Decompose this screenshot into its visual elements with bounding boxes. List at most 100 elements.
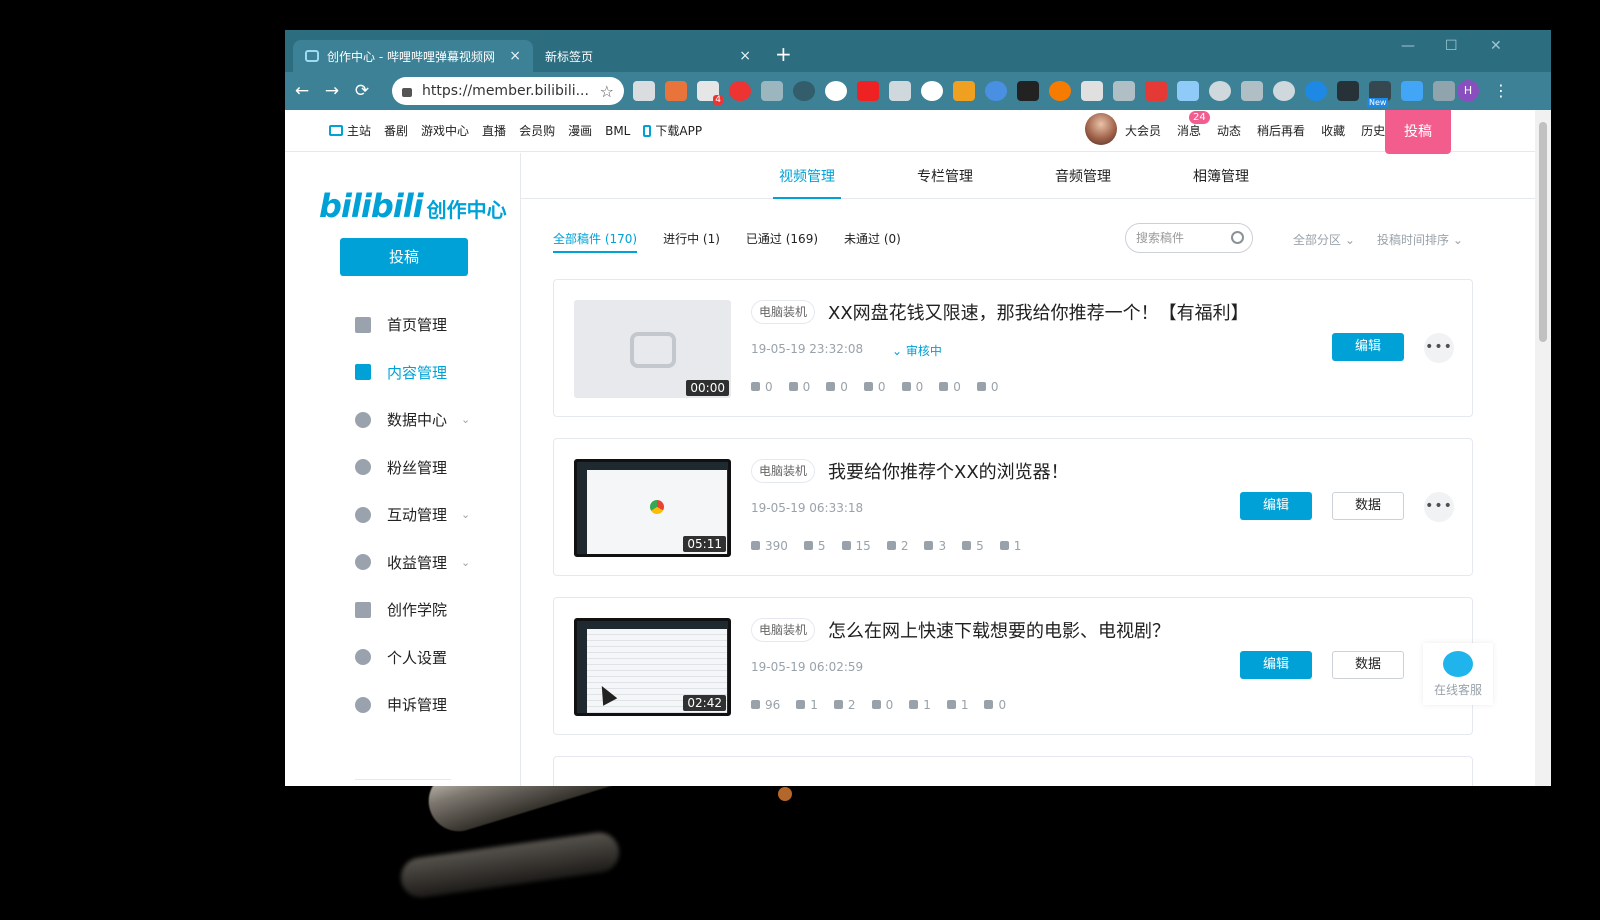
video-thumbnail[interactable]: 00:00: [574, 300, 731, 398]
mail-extension-icon[interactable]: [633, 81, 655, 101]
search-icon[interactable]: [1231, 231, 1244, 244]
nav-comics[interactable]: 漫画: [568, 122, 592, 139]
play-icon: [751, 382, 760, 391]
screen-extension-icon[interactable]: 4: [697, 81, 723, 105]
sidebar-item-content[interactable]: 内容管理: [355, 349, 470, 397]
nav-history[interactable]: 历史: [1361, 122, 1385, 139]
close-icon[interactable]: ×: [509, 48, 521, 64]
filter-all[interactable]: 全部稿件 (170): [553, 230, 638, 253]
online-service-widget[interactable]: 在线客服: [1423, 643, 1493, 705]
weibo-extension-icon[interactable]: [1209, 81, 1231, 101]
page-scrollbar[interactable]: [1535, 110, 1551, 786]
review-status[interactable]: ⌄ 审核中: [892, 342, 942, 359]
bulb-extension-icon[interactable]: [1273, 81, 1295, 101]
grid-extension-icon[interactable]: [1337, 81, 1359, 101]
user-avatar[interactable]: [1085, 113, 1117, 145]
search-input[interactable]: 搜索稿件: [1125, 223, 1253, 253]
video-title[interactable]: 我要给你推荐个XX的浏览器！: [828, 458, 1069, 484]
minimize-button[interactable]: —: [1401, 38, 1415, 54]
sidebar-item-appeal[interactable]: 申诉管理: [355, 681, 470, 729]
more-options-button[interactable]: •••: [1424, 492, 1454, 522]
video-title[interactable]: 怎么在网上快速下载想要的电影、电视剧？: [828, 617, 1170, 643]
color-extension-icon[interactable]: [953, 81, 975, 101]
stat-value: 96: [765, 698, 781, 712]
nav-anime[interactable]: 番剧: [384, 122, 408, 139]
nav-bml[interactable]: BML: [605, 124, 630, 138]
forward-button[interactable]: →: [317, 81, 347, 101]
nav-live[interactable]: 直播: [482, 122, 506, 139]
sidebar-item-settings[interactable]: 个人设置: [355, 634, 470, 682]
top-nav-right: 大会员 消息 动态 稍后再看 收藏 历史: [1125, 122, 1385, 139]
sidebar-item-home[interactable]: 首页管理: [355, 301, 470, 349]
location-extension-icon[interactable]: [889, 81, 911, 101]
speed-extension-icon[interactable]: [921, 81, 943, 101]
pdf-extension-icon[interactable]: [1017, 81, 1039, 101]
hand-extension-icon[interactable]: [729, 81, 751, 101]
new-tab-button[interactable]: +: [775, 42, 792, 66]
puzzle-extension-icon[interactable]: [1241, 81, 1263, 101]
nav-shop[interactable]: 会员购: [519, 122, 555, 139]
bookmark-star-icon[interactable]: ☆: [600, 82, 614, 101]
nav-download-app[interactable]: 下载APP: [643, 122, 702, 139]
leaf-extension-icon[interactable]: [825, 81, 847, 101]
edit-button[interactable]: 编辑: [1332, 333, 1404, 361]
nav-dynamics[interactable]: 动态: [1217, 122, 1241, 139]
nav-messages[interactable]: 消息: [1177, 122, 1201, 139]
data-button[interactable]: 数据: [1332, 492, 1404, 520]
top-upload-button[interactable]: 投稿: [1385, 110, 1451, 154]
loop-extension-icon[interactable]: [1049, 81, 1071, 101]
tab-audio-manage[interactable]: 音频管理: [1055, 166, 1111, 186]
tab-album-manage[interactable]: 相簿管理: [1193, 166, 1249, 186]
video-title[interactable]: XX网盘花钱又限速，那我给你推荐一个！【有福利】: [828, 299, 1249, 325]
nav-vip[interactable]: 大会员: [1125, 122, 1161, 139]
back-button[interactable]: ←: [287, 81, 317, 101]
pocket-extension-icon[interactable]: [1113, 81, 1135, 101]
video-thumbnail[interactable]: 05:11: [574, 459, 731, 557]
scrollbar-thumb[interactable]: [1539, 122, 1547, 342]
address-bar[interactable]: https://member.bilibili... ☆: [392, 77, 624, 105]
office-extension-icon[interactable]: [665, 81, 687, 101]
tab-new[interactable]: 新标签页 ×: [533, 40, 763, 72]
sort-dropdown[interactable]: 投稿时间排序 ⌄: [1377, 231, 1463, 248]
tab-video-manage[interactable]: 视频管理: [779, 166, 835, 186]
data-button[interactable]: 数据: [1332, 651, 1404, 679]
close-icon[interactable]: ×: [739, 48, 751, 64]
circle-extension-icon[interactable]: [793, 81, 815, 101]
nav-game-center[interactable]: 游戏中心: [421, 122, 469, 139]
maximize-button[interactable]: ☐: [1445, 38, 1458, 54]
video-thumbnail[interactable]: 02:42: [574, 618, 731, 716]
sidebar-item-income[interactable]: 收益管理 ⌄: [355, 539, 470, 587]
key-extension-icon[interactable]: [1305, 81, 1327, 101]
sidebar-item-interaction[interactable]: 互动管理 ⌄: [355, 491, 470, 539]
sidebar-item-fans[interactable]: 粉丝管理: [355, 444, 470, 492]
sidebar-upload-button[interactable]: 投稿: [340, 238, 468, 276]
sidebar-item-academy[interactable]: 创作学院: [355, 586, 470, 634]
1080-extension-icon[interactable]: [1145, 81, 1167, 101]
ap-extension-icon[interactable]: [1433, 81, 1455, 101]
nav-main-site[interactable]: 主站: [329, 122, 371, 139]
tab-creator-center[interactable]: 创作中心 - 哔哩哔哩弹幕视频网 ×: [293, 40, 533, 72]
edit-button[interactable]: 编辑: [1240, 651, 1312, 679]
sidebar-item-data-center[interactable]: 数据中心 ⌄: [355, 396, 470, 444]
filter-in-progress[interactable]: 进行中 (1): [663, 230, 720, 253]
download-extension-icon[interactable]: [1081, 81, 1103, 101]
more-options-button[interactable]: •••: [1424, 333, 1454, 363]
filter-rejected[interactable]: 未通过 (0): [844, 230, 901, 253]
globe-extension-icon[interactable]: [985, 81, 1007, 101]
profile-avatar[interactable]: H: [1457, 80, 1479, 102]
image-extension-icon[interactable]: [1177, 81, 1199, 101]
edit-button[interactable]: 编辑: [1240, 492, 1312, 520]
pointer-extension-icon[interactable]: [761, 81, 783, 101]
browser-menu-icon[interactable]: ⋮: [1493, 81, 1509, 100]
new-extension-icon[interactable]: New: [1367, 81, 1391, 107]
nav-watch-later[interactable]: 稍后再看: [1257, 122, 1305, 139]
partition-dropdown[interactable]: 全部分区 ⌄: [1293, 231, 1355, 248]
close-window-button[interactable]: ✕: [1490, 38, 1502, 54]
filter-passed[interactable]: 已通过 (169): [746, 230, 818, 253]
check-extension-icon[interactable]: [1401, 81, 1423, 101]
tab-column-manage[interactable]: 专栏管理: [917, 166, 973, 186]
dots-extension-icon[interactable]: [857, 81, 879, 101]
reload-button[interactable]: ⟳: [347, 81, 377, 101]
nav-favorites[interactable]: 收藏: [1321, 122, 1345, 139]
creator-center-logo[interactable]: bilibili 创作中心: [319, 187, 507, 225]
